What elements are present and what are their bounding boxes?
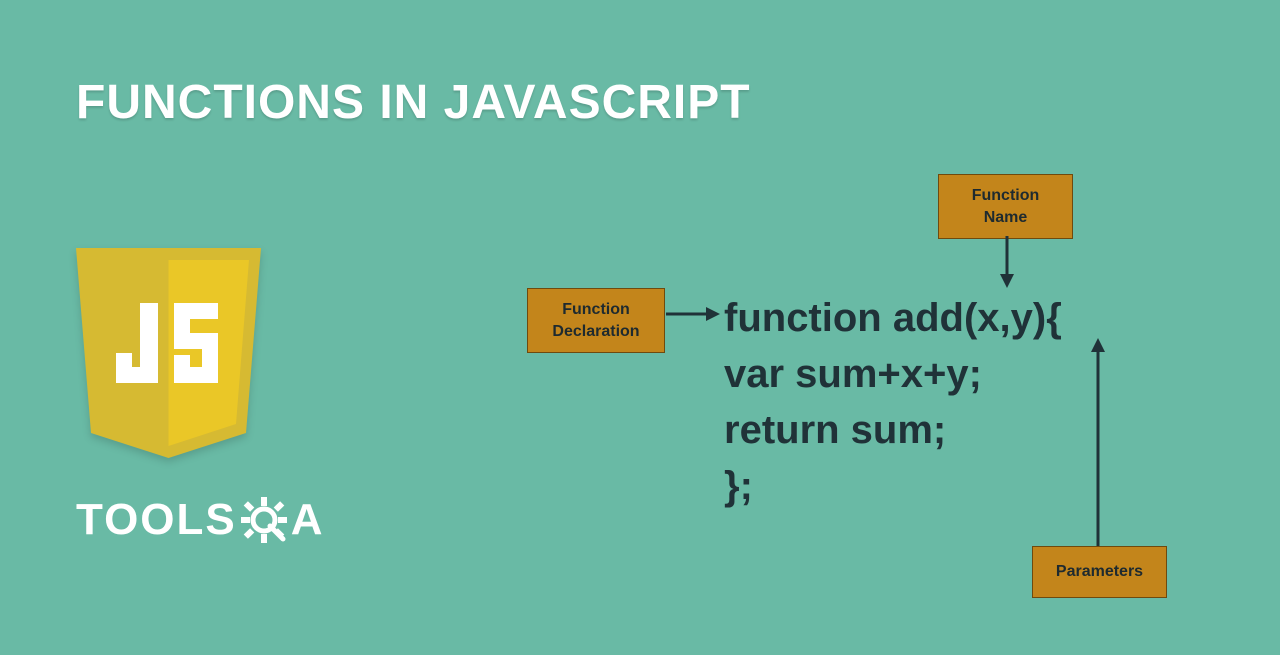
left-column: TOOLS A [76, 248, 323, 545]
code-snippet: function add(x,y){ var sum+x+y; return s… [724, 290, 1062, 514]
page-title: FUNCTIONS IN JAVASCRIPT [76, 75, 751, 130]
code-line-4: }; [724, 458, 1062, 514]
code-line-1: function add(x,y){ [724, 290, 1062, 346]
toolsqa-logo: TOOLS A [76, 495, 323, 545]
code-line-3: return sum; [724, 402, 1062, 458]
arrow-declaration-icon [666, 305, 720, 323]
arrow-parameters-icon [1089, 338, 1107, 546]
toolsqa-text-part1: TOOLS [76, 495, 237, 545]
callout-function-declaration: FunctionDeclaration [527, 288, 665, 353]
js-logo-icon [76, 248, 261, 458]
code-line-2: var sum+x+y; [724, 346, 1062, 402]
callout-function-name: FunctionName [938, 174, 1073, 239]
toolsqa-text-part2: A [291, 495, 323, 545]
callout-parameters: Parameters [1032, 546, 1167, 598]
gear-icon [241, 497, 287, 543]
arrow-name-icon [998, 236, 1016, 288]
